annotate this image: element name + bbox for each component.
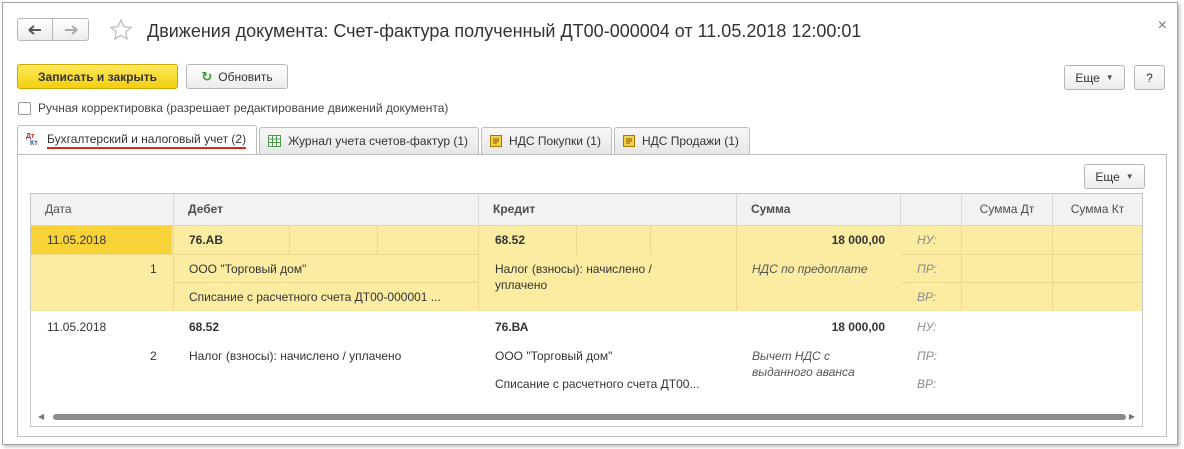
vr-label: ВР:	[917, 377, 937, 391]
vr-label: ВР:	[917, 290, 937, 304]
table-row[interactable]: 11.05.2018 1 76.АВ ООО "Торговый дом" Сп…	[31, 226, 1142, 311]
row-date: 11.05.2018	[47, 233, 107, 247]
more-button[interactable]: Еще ▼	[1064, 65, 1125, 90]
tab-label: Журнал учета счетов-фактур (1)	[288, 134, 469, 148]
debit-subconto-2: Списание с расчетного счета ДТ00-000001 …	[189, 290, 441, 304]
tab-vat-purchases[interactable]: НДС Покупки (1)	[481, 127, 612, 154]
document-movements-window: Движения документа: Счет-фактура получен…	[2, 2, 1178, 445]
movements-table: Дата Дебет Кредит Сумма Сумма Дт Сумма К…	[30, 193, 1143, 427]
debit-subconto-1: ООО "Торговый дом"	[189, 262, 307, 276]
tab-invoice-journal[interactable]: Журнал учета счетов-фактур (1)	[259, 127, 480, 154]
more-label: Еще	[1095, 169, 1120, 184]
more-label: Еще	[1075, 70, 1100, 85]
navigation-buttons	[17, 18, 89, 41]
tab-vat-sales[interactable]: НДС Продажи (1)	[613, 127, 750, 154]
credit-subconto-2: Списание с расчетного счета ДТ00...	[495, 377, 700, 391]
scrollbar-thumb[interactable]	[53, 414, 1126, 420]
save-and-close-button[interactable]: Записать и закрыть	[17, 64, 178, 89]
entry-description: НДС по предоплате	[752, 262, 868, 276]
column-header-amount-kt[interactable]: Сумма Кт	[1053, 194, 1142, 225]
chevron-down-icon: ▼	[1125, 172, 1134, 181]
amount: 18 000,00	[831, 320, 885, 334]
column-header-amount[interactable]: Сумма	[737, 194, 901, 225]
row-number: 2	[150, 349, 157, 363]
arrow-left-icon	[28, 24, 41, 35]
table-icon	[268, 135, 282, 147]
scroll-left-icon[interactable]: ◀	[38, 412, 44, 421]
favorite-star-icon[interactable]	[109, 18, 133, 42]
help-button[interactable]: ?	[1134, 65, 1165, 90]
register-icon	[622, 135, 635, 147]
dt-kt-icon: Дт Кт	[26, 133, 38, 147]
refresh-icon: ↻	[201, 68, 213, 84]
manual-edit-label[interactable]: Ручная корректировка (разрешает редактир…	[38, 101, 448, 115]
pr-label: ПР:	[917, 349, 937, 363]
tab-label: НДС Покупки (1)	[509, 134, 601, 148]
credit-subconto-1-cont: уплачено	[495, 278, 548, 292]
credit-account: 68.52	[495, 233, 526, 247]
tab-panel: Еще ▼ Дата Дебет Кредит Сумма Сумма Дт С…	[17, 154, 1167, 437]
tab-label: Бухгалтерский и налоговый учет (2)	[47, 132, 247, 149]
panel-more-button[interactable]: Еще ▼	[1084, 164, 1145, 189]
column-header-debit[interactable]: Дебет	[174, 194, 479, 225]
debit-subconto-1: Налог (взносы): начислено / уплачено	[189, 349, 402, 363]
column-header-amount-dt[interactable]: Сумма Дт	[962, 194, 1053, 225]
debit-account: 76.АВ	[189, 233, 224, 247]
nu-label: НУ:	[917, 233, 937, 247]
register-icon	[490, 135, 503, 147]
forward-button[interactable]	[53, 18, 89, 41]
refresh-label: Обновить	[218, 69, 273, 84]
credit-account: 76.ВА	[495, 320, 529, 334]
refresh-button[interactable]: ↻ Обновить	[186, 64, 288, 89]
credit-subconto-1: ООО "Торговый дом"	[495, 349, 613, 363]
manual-edit-checkbox[interactable]	[18, 101, 31, 115]
tab-bar: Дт Кт Бухгалтерский и налоговый учет (2) …	[17, 125, 752, 156]
close-icon[interactable]: ×	[1158, 17, 1167, 35]
tab-label: НДС Продажи (1)	[641, 134, 739, 148]
horizontal-scrollbar[interactable]: ◀ ▶	[31, 408, 1142, 426]
credit-subconto-1: Налог (взносы): начислено /	[495, 262, 652, 276]
arrow-right-icon	[64, 24, 78, 35]
table-header: Дата Дебет Кредит Сумма Сумма Дт Сумма К…	[31, 194, 1142, 226]
column-header-date[interactable]: Дата	[31, 194, 174, 225]
tab-accounting[interactable]: Дт Кт Бухгалтерский и налоговый учет (2)	[17, 125, 258, 154]
window-title: Движения документа: Счет-фактура получен…	[147, 21, 862, 41]
row-number: 1	[150, 262, 157, 276]
column-header-type	[901, 194, 962, 225]
amount: 18 000,00	[831, 233, 885, 247]
entry-description-cont: выданного аванса	[752, 365, 855, 379]
debit-account: 68.52	[189, 320, 220, 334]
scroll-right-icon[interactable]: ▶	[1129, 412, 1135, 421]
back-button[interactable]	[17, 18, 53, 41]
row-date: 11.05.2018	[47, 320, 107, 334]
chevron-down-icon: ▼	[1105, 73, 1114, 82]
entry-description: Вычет НДС с	[752, 349, 831, 363]
pr-label: ПР:	[917, 262, 937, 276]
nu-label: НУ:	[917, 320, 937, 334]
manual-edit-row: Ручная корректировка (разрешает редактир…	[18, 101, 448, 115]
column-header-credit[interactable]: Кредит	[479, 194, 737, 225]
table-row[interactable]: 11.05.2018 2 68.52 Налог (взносы): начис…	[31, 311, 1142, 399]
